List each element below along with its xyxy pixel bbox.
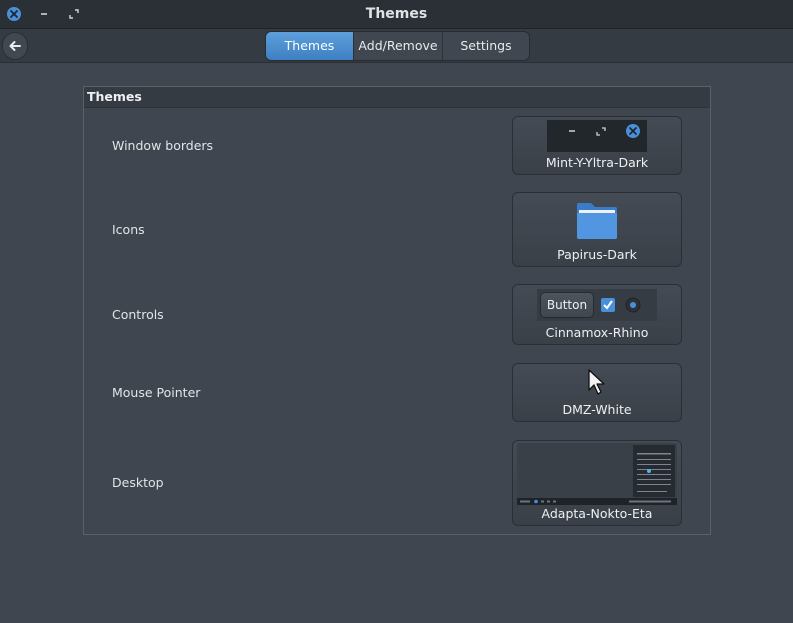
stack-switcher: Themes Add/Remove Settings: [265, 31, 530, 61]
tab-themes[interactable]: Themes: [266, 32, 354, 60]
window-borders-value: Mint-Y-Yltra-Dark: [545, 155, 649, 170]
icons-value: Papirus-Dark: [557, 247, 637, 262]
window-borders-chooser[interactable]: Mint-Y-Yltra-Dark: [512, 116, 682, 175]
mouse-pointer-value: DMZ-White: [562, 402, 632, 417]
row-label-window-borders: Window borders: [112, 138, 214, 153]
folder-icon: [575, 201, 619, 241]
section-title: Themes: [84, 87, 710, 108]
arrow-left-icon: [9, 41, 21, 51]
cursor-icon: [587, 368, 607, 396]
icons-chooser[interactable]: Papirus-Dark: [512, 192, 682, 267]
desktop-value: Adapta-Nokto-Eta: [541, 506, 653, 521]
tab-settings[interactable]: Settings: [443, 32, 529, 60]
row-label-desktop: Desktop: [112, 475, 164, 490]
controls-value: Cinnamox-Rhino: [545, 325, 649, 340]
desktop-chooser[interactable]: Adapta-Nokto-Eta: [512, 440, 682, 526]
controls-preview: Button: [537, 289, 657, 321]
row-label-controls: Controls: [112, 307, 164, 322]
desktop-thumbnail: [517, 443, 677, 505]
controls-chooser[interactable]: Button Cinnamox-Rhino: [512, 284, 682, 345]
back-button[interactable]: [2, 32, 28, 60]
themes-frame: Themes Window borders Mint-Y-Yltra-Dark …: [83, 86, 711, 535]
checkbox-radio-icon: [601, 297, 641, 313]
mouse-pointer-chooser[interactable]: DMZ-White: [512, 363, 682, 422]
row-label-mouse-pointer: Mouse Pointer: [112, 385, 201, 400]
window-title: Themes: [365, 6, 428, 22]
preview-button: Button: [540, 292, 594, 318]
row-label-icons: Icons: [112, 222, 145, 237]
tab-add-remove[interactable]: Add/Remove: [354, 32, 443, 60]
toolbar: Themes Add/Remove Settings: [0, 29, 793, 63]
window-controls-icon: [547, 120, 647, 152]
title-bar: Themes: [0, 0, 793, 29]
